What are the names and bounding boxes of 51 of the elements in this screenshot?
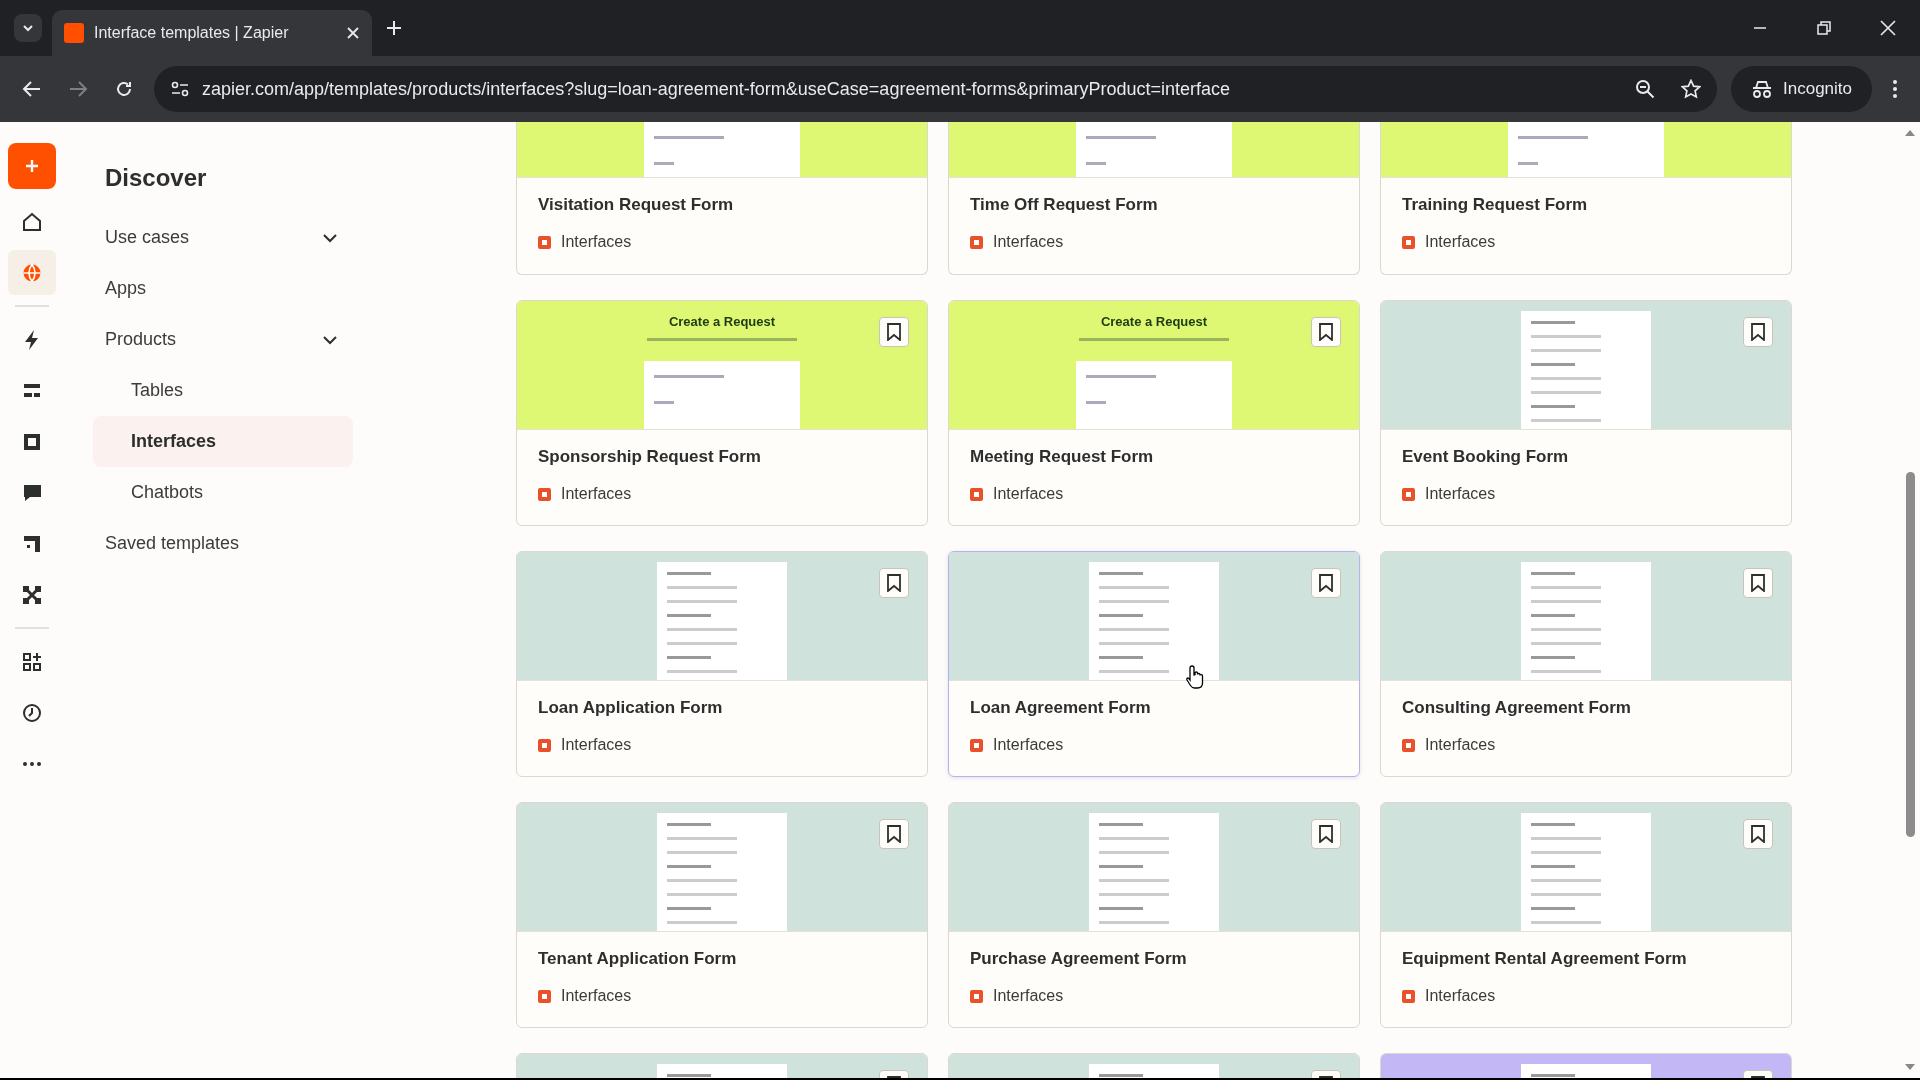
card-title: Loan Application Form <box>538 698 724 718</box>
product-label: Interfaces <box>993 485 1064 503</box>
nav-item[interactable]: Interfaces <box>93 416 353 467</box>
product-label: Interfaces <box>1425 987 1496 1005</box>
product-label: Interfaces <box>993 233 1064 251</box>
nav-item[interactable]: Products <box>105 314 360 365</box>
template-card[interactable]: Equipment Rental Agreement Form Interfaces <box>1380 802 1792 1028</box>
product-label: Interfaces <box>561 485 632 503</box>
template-card[interactable]: Tenant Application Form Interfaces <box>516 802 928 1028</box>
card-title: Loan Agreement Form <box>970 698 1152 718</box>
card-title: Time Off Request Form <box>970 195 1159 215</box>
template-card[interactable]: Event Booking Form Interfaces <box>1380 300 1792 526</box>
nav-item[interactable]: Chatbots <box>93 467 353 518</box>
template-card[interactable]: Consulting Agreement Form Interfaces <box>1380 551 1792 777</box>
card-title: Event Booking Form <box>1402 447 1570 467</box>
card-title: Purchase Agreement Form <box>970 949 1188 969</box>
url-text: zapier.com/app/templates/products/interfaces?slug=loan-agreement-form&useCase=agreement-forms&primaryProduct=interface <box>202 78 1231 100</box>
card-title: Consulting Agreement Form <box>1402 698 1632 718</box>
product-label: Interfaces <box>1425 233 1496 251</box>
template-card[interactable]: Loan Agreement Form Interfaces <box>948 551 1360 777</box>
product-label: Interfaces <box>561 736 632 754</box>
address-bar[interactable]: zapier.com/app/templates/products/interfaces?slug=loan-agreement-form&useCase=agreement-forms&primaryProduct=interface <box>154 66 1717 112</box>
product-label: Interfaces <box>1425 736 1496 754</box>
product-label: Interfaces <box>993 987 1064 1005</box>
template-card[interactable]: Create a Request Sponsorship Request Form Interfaces <box>516 300 928 526</box>
template-card[interactable]: Create a Request Meeting Request Form Interfaces <box>948 300 1360 526</box>
nav-item[interactable]: Saved templates <box>105 518 360 569</box>
template-card[interactable]: Purchase Agreement Form Interfaces <box>948 802 1360 1028</box>
card-title: Visitation Request Form <box>538 195 735 215</box>
product-label: Interfaces <box>561 233 632 251</box>
preview-heading: Create a Request <box>1100 314 1208 330</box>
template-card[interactable]: Time Off Request Form Interfaces <box>948 122 1360 275</box>
template-card[interactable]: Visitation Request Form Interfaces <box>516 122 928 275</box>
template-card[interactable]: Training Request Form Interfaces <box>1380 122 1792 275</box>
product-label: Interfaces <box>561 987 632 1005</box>
card-title: Tenant Application Form <box>538 949 738 969</box>
card-title: Meeting Request Form <box>970 447 1155 467</box>
template-card[interactable]: Loan Application Form Interfaces <box>516 551 928 777</box>
incognito-button[interactable]: Incognito <box>1731 66 1872 112</box>
product-label: Interfaces <box>1425 485 1496 503</box>
nav-item[interactable]: Use cases <box>105 212 360 263</box>
section-title: Discover <box>105 164 207 192</box>
nav-item[interactable]: Tables <box>93 365 353 416</box>
product-label: Interfaces <box>993 736 1064 754</box>
preview-heading: Create a Request <box>668 314 776 330</box>
browser-tab[interactable]: Interface templates | Zapier <box>52 10 372 56</box>
card-title: Sponsorship Request Form <box>538 447 762 467</box>
card-title: Equipment Rental Agreement Form <box>1402 949 1688 969</box>
nav-item[interactable]: Apps <box>105 263 360 314</box>
card-title: Training Request Form <box>1402 195 1589 215</box>
tab-title: Interface templates | Zapier <box>94 24 290 42</box>
